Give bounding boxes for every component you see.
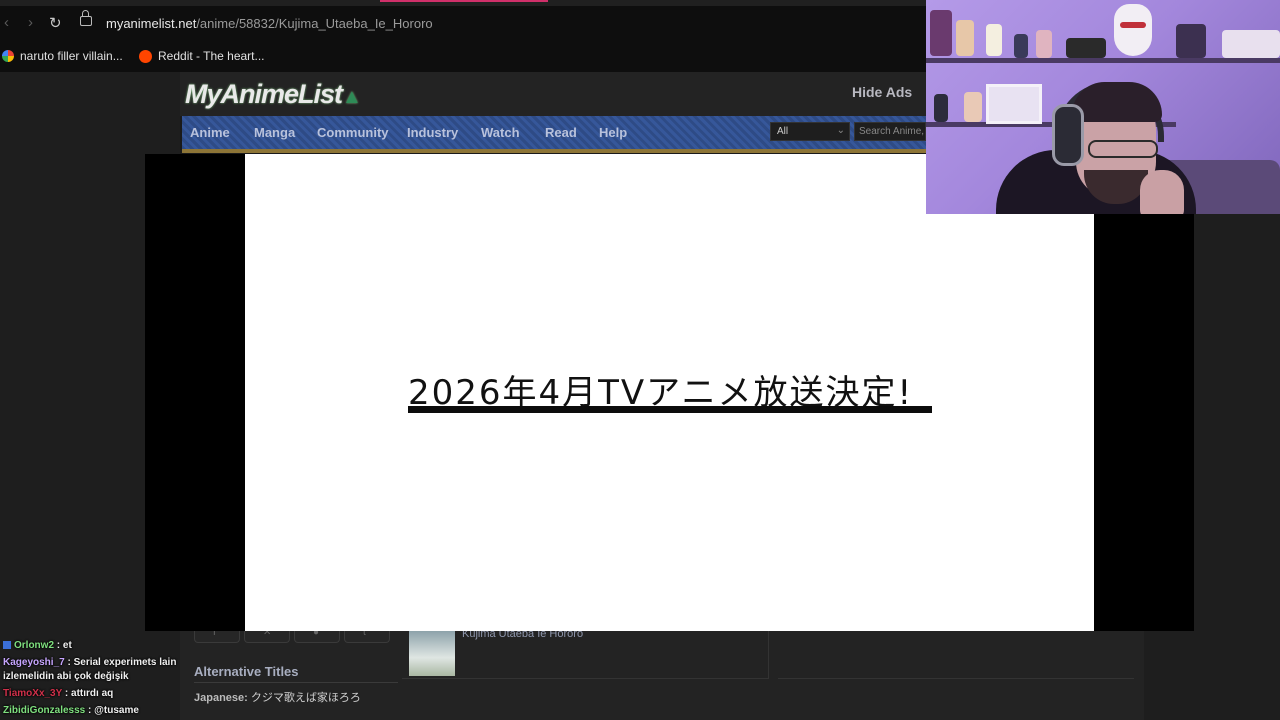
share-x-button[interactable]: ✕ <box>244 627 290 643</box>
badge-icon <box>3 641 11 649</box>
nav-community[interactable]: Community <box>317 125 389 140</box>
chat-message-continuation: izlemelidin abi çok değişik <box>3 671 129 682</box>
share-reddit-button[interactable]: ● <box>294 627 340 643</box>
related-thumbnail[interactable] <box>409 630 455 676</box>
nav-read[interactable]: Read <box>545 125 577 140</box>
chat-message: Kageyoshi_7 : Serial experimets lain <box>3 657 177 668</box>
logo-text: MyAnimeList <box>185 79 343 109</box>
figure <box>1114 4 1152 56</box>
shelf <box>926 58 1280 63</box>
bookmark-label: naruto filler villain... <box>20 49 123 63</box>
picture-frame <box>986 84 1042 124</box>
side-panel <box>778 630 1134 679</box>
bookmark-label: Reddit - The heart... <box>158 49 265 63</box>
books <box>1222 30 1280 58</box>
headset-icon <box>1052 104 1084 166</box>
figure <box>1066 38 1106 58</box>
figure <box>986 24 1002 56</box>
mal-nav-bar: Anime Manga Community Industry Watch Rea… <box>182 116 926 153</box>
webcam-overlay <box>926 0 1280 214</box>
nav-manga[interactable]: Manga <box>254 125 295 140</box>
alt-titles-heading: Alternative Titles <box>194 664 299 679</box>
mal-logo[interactable]: MyAnimeList▲ <box>185 79 362 110</box>
forward-icon[interactable]: › <box>28 14 33 31</box>
reload-icon[interactable]: ↻ <box>49 14 62 32</box>
address-bar: ‹ › ↻ myanimelist.net/anime/58832/Kujima… <box>0 6 926 42</box>
share-tumblr-button[interactable]: t <box>344 627 390 643</box>
bookmark-item[interactable]: Reddit - The heart... <box>139 49 265 63</box>
nav-watch[interactable]: Watch <box>481 125 520 140</box>
lock-icon[interactable] <box>80 10 92 26</box>
nav-help[interactable]: Help <box>599 125 627 140</box>
figure <box>930 10 952 56</box>
glasses <box>1088 140 1158 158</box>
japanese-label: Japanese: <box>194 692 248 704</box>
streamer-hair <box>1072 82 1162 122</box>
google-icon <box>2 50 14 62</box>
chat-username: TiamoXx_3Y <box>3 688 63 699</box>
anime-content-area: f ✕ ● t Alternative Titles Japanese: クジマ… <box>180 627 1144 720</box>
related-entries-box <box>402 630 769 679</box>
hand <box>1140 170 1184 214</box>
bookmarks-bar: naruto filler villain... Reddit - The he… <box>0 42 926 72</box>
figure <box>964 92 982 122</box>
chat-text: et <box>62 640 72 651</box>
figure <box>1036 30 1052 58</box>
figure <box>934 94 948 122</box>
nav-underline <box>182 149 926 153</box>
japanese-title: Japanese: クジマ歌えば家ほろろ <box>194 689 361 705</box>
share-facebook-button[interactable]: f <box>194 627 240 643</box>
chat-message: Orlonw2 : et <box>3 640 72 651</box>
url-path: /anime/58832/Kujima_Utaeba_Ie_Hororo <box>196 16 433 31</box>
reddit-icon <box>139 49 152 63</box>
active-tab-indicator <box>380 0 548 2</box>
url-field[interactable]: myanimelist.net/anime/58832/Kujima_Utaeb… <box>106 16 433 31</box>
chat-username: ZibidiGonzalesss <box>3 705 86 716</box>
mal-header: MyAnimeList▲ Hide Ads <box>180 72 926 116</box>
japanese-value: クジマ歌えば家ほろろ <box>250 692 361 704</box>
bookmark-item[interactable]: naruto filler villain... <box>2 49 123 63</box>
stream-chat: Orlonw2 : et Kageyoshi_7 : Serial experi… <box>0 637 180 720</box>
chat-text: @tusame <box>94 705 139 716</box>
nav-industry[interactable]: Industry <box>407 125 458 140</box>
search-category-select[interactable]: All ⌄ <box>770 122 850 141</box>
chevron-down-icon: ⌄ <box>836 125 845 136</box>
chat-text: attırdı aq <box>71 688 114 699</box>
chat-message: ZibidiGonzalesss : @tusame <box>3 705 139 716</box>
caption-underline <box>408 406 932 413</box>
figure <box>1014 34 1028 58</box>
christmas-tree-icon: ▲ <box>342 86 362 108</box>
chat-message: TiamoXx_3Y : attırdı aq <box>3 688 114 699</box>
chat-text: Serial experimets lain <box>73 657 177 668</box>
search-category-value: All <box>777 126 789 137</box>
hide-ads-link[interactable]: Hide Ads <box>852 84 912 100</box>
divider <box>194 682 398 683</box>
books <box>1176 24 1206 58</box>
url-domain: myanimelist.net <box>106 16 197 31</box>
search-input[interactable]: Search Anime, <box>854 122 926 141</box>
back-icon[interactable]: ‹ <box>4 14 9 31</box>
chat-username: Kageyoshi_7 <box>3 657 65 668</box>
chat-username: Orlonw2 <box>14 640 55 651</box>
figure <box>956 20 974 56</box>
nav-anime[interactable]: Anime <box>190 125 230 140</box>
